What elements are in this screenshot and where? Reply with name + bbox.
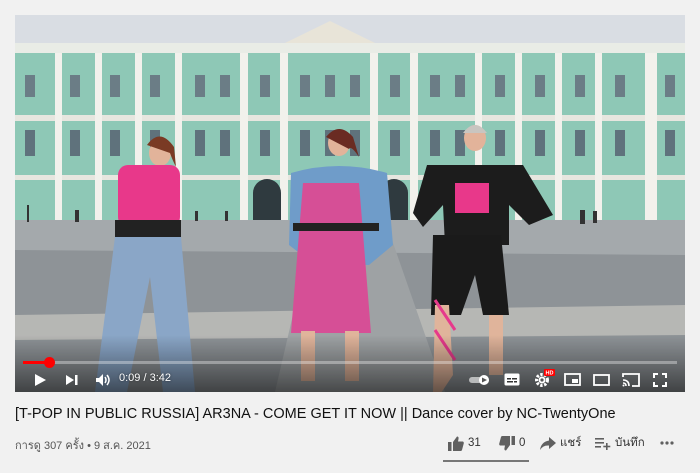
video-player[interactable]: 0:09 / 3:42 HD: [15, 15, 685, 392]
current-time: 0:09: [119, 372, 141, 384]
upload-date: 9 ส.ค. 2021: [93, 440, 151, 452]
like-ratio-fill: [443, 460, 529, 462]
fullscreen-button[interactable]: [649, 367, 671, 392]
svg-text:HD: HD: [546, 371, 554, 376]
save-button[interactable]: บันทึก: [595, 432, 645, 454]
duration: 3:42: [149, 372, 172, 384]
dislike-button[interactable]: 0: [499, 432, 525, 454]
next-button[interactable]: [61, 367, 83, 392]
video-meta: การดู 307 ครั้ง • 9 ส.ค. 2021: [15, 436, 151, 454]
miniplayer-button[interactable]: [561, 367, 583, 392]
autoplay-toggle-icon: [469, 374, 489, 385]
view-count: การดู 307 ครั้ง: [15, 440, 84, 452]
share-icon: [540, 436, 556, 450]
subtitles-button[interactable]: [500, 367, 524, 392]
more-actions-button[interactable]: [660, 432, 674, 454]
save-label: บันทึก: [615, 437, 645, 449]
miniplayer-icon: [563, 373, 581, 386]
save-playlist-icon: [595, 437, 611, 450]
subtitles-icon: [504, 373, 520, 386]
time-display: 0:09 / 3:42: [119, 372, 171, 384]
thumbs-up-icon: [448, 436, 464, 451]
fullscreen-icon: [653, 372, 667, 387]
share-label: แชร์: [560, 437, 582, 449]
play-button[interactable]: [29, 367, 51, 392]
cast-icon: [622, 372, 640, 387]
like-ratio-bar: [443, 460, 529, 462]
like-button[interactable]: 31: [448, 432, 481, 454]
player-controls: 0:09 / 3:42 HD: [15, 367, 685, 392]
video-title: [T-POP IN PUBLIC RUSSIA] AR3NA - COME GE…: [15, 406, 616, 422]
volume-button[interactable]: [91, 367, 115, 392]
progress-bar[interactable]: [23, 357, 677, 368]
video-frame: [15, 15, 685, 392]
next-icon: [66, 374, 78, 385]
more-icon: [660, 441, 674, 445]
meta-separator: •: [87, 440, 91, 452]
theater-mode-button[interactable]: [590, 367, 612, 392]
dislike-count: 0: [519, 437, 526, 449]
thumbs-down-icon: [499, 435, 515, 450]
theater-icon: [592, 373, 610, 386]
settings-button[interactable]: HD: [529, 367, 555, 392]
volume-icon: [96, 373, 110, 386]
cast-button[interactable]: [619, 367, 643, 392]
play-icon: [35, 373, 46, 386]
autoplay-toggle[interactable]: [467, 367, 493, 392]
like-count: 31: [468, 437, 481, 449]
hd-badge-icon: HD: [544, 369, 555, 376]
share-button[interactable]: แชร์: [540, 432, 581, 454]
